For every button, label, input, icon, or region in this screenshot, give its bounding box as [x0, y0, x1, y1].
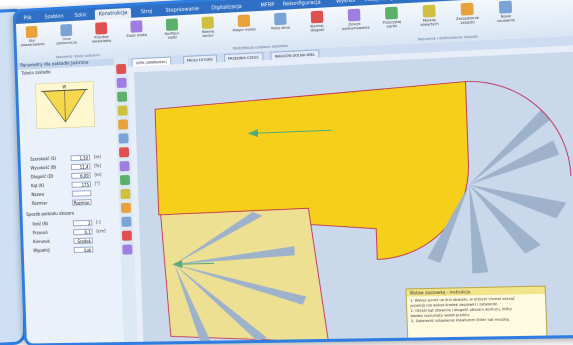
- ribbon-button-12[interactable]: Zarządzenie zespołu: [454, 2, 481, 34]
- param-input[interactable]: 1,50: [70, 154, 91, 162]
- screenshot-stage: Plik Szablon Szkic Konstrukcja Stroj Stopniow…: [0, 0, 573, 345]
- ribbon-button-10[interactable]: Przeczytaj kartki: [379, 6, 405, 38]
- ribbon-button-6[interactable]: Połącz model: [232, 14, 257, 45]
- ribbon-button-label: Rotuj okna: [271, 25, 291, 31]
- param-unit: [m]: [94, 171, 102, 178]
- panel-section-title: Sposób podziału obszaru: [26, 210, 75, 217]
- tool-icon: [273, 12, 287, 26]
- ribbon-button-label: Linia pomocnicza: [56, 36, 77, 46]
- param-input[interactable]: Rozmiar: [72, 199, 92, 206]
- tool-icon[interactable]: [122, 244, 133, 255]
- tool-icon[interactable]: [117, 91, 128, 102]
- param-label: Kierunek: [32, 238, 51, 245]
- tool-icon[interactable]: [116, 77, 127, 89]
- param-input[interactable]: 11,4: [70, 163, 91, 171]
- application-window: Plik Szablon Szkic Konstrukcja Stroj Stopniow…: [12, 0, 573, 345]
- ribbon-button-11[interactable]: Moduły otwartych: [416, 4, 442, 36]
- tool-icon[interactable]: [120, 188, 131, 200]
- ribbon-button-label: Równaj kontur: [201, 29, 215, 39]
- param-input[interactable]: 0,1: [73, 228, 93, 236]
- ribbon-button-4[interactable]: Konfigur. siatki: [160, 18, 185, 49]
- ribbon-button-0[interactable]: Styl odwzorowania: [20, 25, 45, 56]
- tool-icon: [201, 16, 214, 30]
- tool-icon: [422, 4, 436, 18]
- param-input[interactable]: Środek: [73, 237, 93, 245]
- param-input[interactable]: [71, 190, 92, 197]
- param-label: Rozmiar: [31, 200, 48, 206]
- param-label: Kąt (K): [31, 182, 45, 189]
- ribbon-button-label: Zarządzenie zespołu: [455, 15, 479, 25]
- ribbon-button-5[interactable]: Równaj kontur: [196, 16, 221, 47]
- instruction-popup: Wstaw zaszewkę - instrukcja 1. Wskaż pun…: [405, 285, 549, 345]
- param-input[interactable]: 6,00: [71, 172, 91, 179]
- tool-icon: [237, 14, 251, 28]
- tool-icon[interactable]: [121, 230, 133, 241]
- ribbon-button-label: Konfigur. siatki: [164, 31, 180, 40]
- tool-icon: [384, 6, 398, 20]
- ribbon-button-3[interactable]: Zapis siatkę: [124, 20, 149, 51]
- tool-icon[interactable]: [121, 216, 132, 227]
- ribbon-button-8[interactable]: Wymiar. długość: [305, 10, 331, 42]
- param-unit: [-]: [96, 219, 101, 225]
- ribbon-button-label: Nowe usuwanie: [497, 14, 515, 24]
- ribbon-button-label: Przedłuż wieloklatkę: [91, 34, 112, 44]
- param-label: Długość (D): [30, 173, 54, 180]
- tool-icon: [60, 23, 73, 37]
- ribbon-button-13[interactable]: Nowe usuwanie: [492, 0, 519, 32]
- ribbon-button-label: Moduły otwartych: [420, 17, 439, 28]
- param-unit: [m]: [93, 154, 101, 160]
- ribbon-button-label: Wymiar. długość: [309, 23, 325, 33]
- param-input[interactable]: Łuk: [73, 246, 94, 253]
- ribbon-button-1[interactable]: Linia pomocnicza: [54, 23, 78, 55]
- ribbon-button-label: Zeszyt podsumowania: [342, 21, 370, 31]
- param-label: Szerokość (S): [30, 155, 57, 162]
- tool-icon: [95, 22, 108, 35]
- tool-icon: [460, 2, 474, 16]
- ribbon-button-2[interactable]: Przedłuż wieloklatkę: [89, 22, 113, 53]
- instruction-text: 1. Wskaż punkt na linii obwodu, w którym…: [407, 294, 546, 327]
- tool-icon[interactable]: [118, 119, 129, 130]
- ribbon-button-label: Połącz model: [232, 27, 256, 33]
- tool-icon: [310, 10, 324, 24]
- tool-icon: [498, 0, 513, 14]
- tool-icon: [130, 20, 143, 33]
- tool-icon: [347, 8, 361, 22]
- param-label: Przesuń: [32, 229, 48, 236]
- parameters-panel: Parametry dla zakładki Jaśmina Tabela za…: [17, 58, 125, 345]
- param-label: Wysokość (B): [30, 164, 57, 171]
- param-label: Wypełnij: [33, 247, 50, 254]
- dart-diagram: W: [35, 81, 95, 130]
- tool-icon[interactable]: [116, 63, 127, 75]
- ribbon-button-label: Styl odwzorowania: [20, 38, 45, 48]
- ribbon-button-9[interactable]: Zeszyt podsumowania: [341, 8, 370, 40]
- param-input[interactable]: 3: [72, 219, 93, 227]
- ribbon-button-label: Zapis siatkę: [126, 32, 148, 38]
- tool-icon[interactable]: [119, 174, 131, 186]
- tool-icon: [165, 18, 179, 31]
- tool-icon[interactable]: [119, 161, 130, 172]
- tool-icon[interactable]: [118, 147, 130, 158]
- ribbon-group-label: Tworzenie relacji szablonu: [55, 53, 100, 60]
- svg-text:W: W: [62, 84, 66, 89]
- ribbon-button-label: Przeczytaj kartki: [382, 19, 402, 29]
- param-unit: [%]: [94, 163, 102, 169]
- param-label: Ilość (N): [32, 221, 49, 227]
- param-unit: [°]: [94, 180, 100, 187]
- tool-icon[interactable]: [118, 133, 129, 144]
- ribbon-button-7[interactable]: Rotuj okna: [268, 12, 293, 44]
- tool-icon: [25, 25, 38, 39]
- param-label: Nazwa: [31, 191, 45, 198]
- param-unit: [cm]: [96, 228, 106, 234]
- instruction-line: 3. Zatwierdź ustawienie klawiszem Enter …: [410, 317, 511, 324]
- param-input[interactable]: 175: [71, 181, 92, 188]
- tool-icon[interactable]: [117, 105, 128, 116]
- tool-icon[interactable]: [120, 202, 132, 213]
